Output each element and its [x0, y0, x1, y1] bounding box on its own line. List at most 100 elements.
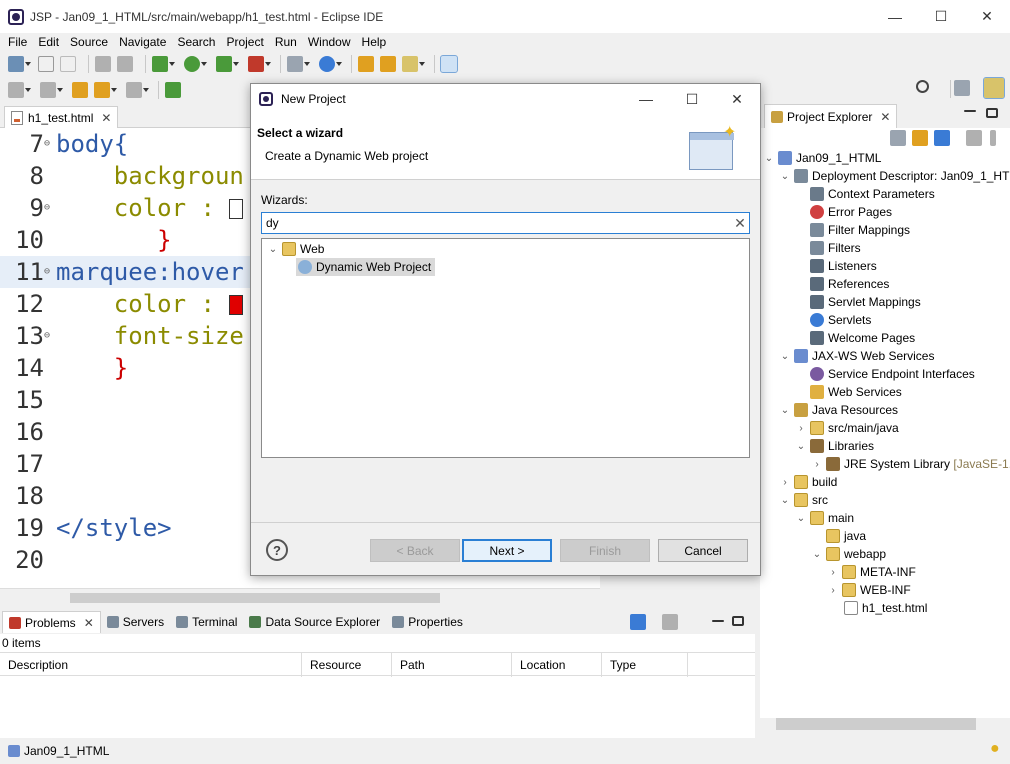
new-class-icon[interactable]	[319, 56, 342, 72]
save-icon[interactable]	[38, 56, 54, 72]
cancel-button[interactable]: Cancel	[658, 539, 748, 562]
back-button[interactable]: < Back	[370, 539, 460, 562]
jsp-perspective-icon[interactable]	[983, 77, 1005, 99]
filter-icon[interactable]	[934, 130, 950, 146]
chevron-right-icon[interactable]: ›	[780, 477, 790, 488]
chevron-right-icon[interactable]: ›	[828, 585, 838, 596]
tree-item[interactable]: Listeners	[810, 257, 877, 275]
tree-item[interactable]: › src/main/java	[796, 419, 899, 437]
menu-file[interactable]: File	[8, 35, 27, 49]
tree-item[interactable]: Service Endpoint Interfaces	[810, 365, 975, 383]
tab-data-source-explorer[interactable]: Data Source Explorer	[243, 611, 386, 633]
next-button[interactable]: Next >	[462, 539, 552, 562]
tree-item[interactable]: Filter Mappings	[810, 221, 910, 239]
tree-item[interactable]: ⌄ Deployment Descriptor: Jan09_1_HT	[780, 167, 1009, 185]
tab-servers[interactable]: Servers	[101, 611, 170, 633]
tree-item[interactable]: Context Parameters	[810, 185, 935, 203]
coverage-icon[interactable]	[216, 56, 239, 72]
minimize-button[interactable]: —	[872, 0, 918, 33]
close-icon[interactable]: ✕	[84, 616, 94, 630]
dialog-minimize-button[interactable]: —	[623, 84, 669, 114]
debug-icon[interactable]	[152, 56, 175, 72]
tree-item[interactable]: ›JRE System Library [JavaSE-1.8	[812, 455, 1010, 473]
lightbulb-icon[interactable]: ●	[990, 740, 1000, 758]
tree-item[interactable]: Welcome Pages	[810, 329, 915, 347]
wizard-filter-input[interactable]	[261, 212, 750, 234]
tree-item[interactable]: ⌄ JAX-WS Web Services	[780, 347, 934, 365]
maximize-button[interactable]: ☐	[918, 0, 964, 33]
chevron-right-icon[interactable]: ›	[812, 459, 822, 470]
chevron-down-icon[interactable]: ⌄	[812, 549, 822, 560]
chevron-down-icon[interactable]: ⌄	[780, 171, 790, 182]
close-button[interactable]: ✕	[964, 0, 1010, 33]
tree-item[interactable]: › META-INF	[828, 563, 916, 581]
editor-horizontal-scrollbar[interactable]	[0, 588, 600, 606]
editor-tab[interactable]: h1_test.html ✕	[4, 106, 119, 128]
tree-item[interactable]: References	[810, 275, 889, 293]
column-type[interactable]: Type	[602, 653, 688, 677]
tree-item[interactable]: ⌄ Java Resources	[780, 401, 898, 419]
menu-edit[interactable]: Edit	[38, 35, 59, 49]
search-tool-icon[interactable]	[402, 56, 425, 72]
tree-item[interactable]: h1_test.html	[844, 599, 927, 617]
chevron-down-icon[interactable]: ⌄	[780, 495, 790, 506]
highlight-icon[interactable]	[440, 55, 458, 73]
run-icon[interactable]	[184, 56, 207, 72]
filter-icon[interactable]	[630, 614, 646, 630]
fold-icon[interactable]: ⊖	[44, 192, 50, 224]
close-icon[interactable]: ✕	[880, 110, 890, 124]
help-icon[interactable]: ?	[266, 539, 288, 561]
menu-navigate[interactable]: Navigate	[119, 35, 166, 49]
tree-item[interactable]: Servlets	[810, 311, 871, 329]
column-path[interactable]: Path	[392, 653, 512, 677]
tree-item[interactable]: java	[826, 527, 866, 545]
column-location[interactable]: Location	[512, 653, 602, 677]
menu-run[interactable]: Run	[275, 35, 297, 49]
tree-item[interactable]: Servlet Mappings	[810, 293, 921, 311]
focus-icon[interactable]	[662, 614, 678, 630]
column-description[interactable]: Description	[0, 653, 302, 677]
tree-item[interactable]: ⌄ src	[780, 491, 828, 509]
maximize-view-icon[interactable]	[732, 616, 744, 626]
scrollbar-thumb[interactable]	[70, 593, 440, 603]
undo-icon[interactable]	[95, 56, 111, 72]
menu-source[interactable]: Source	[70, 35, 108, 49]
fold-icon[interactable]: ⊖	[44, 128, 50, 160]
close-icon[interactable]: ✕	[101, 111, 111, 125]
previous-annotation-icon[interactable]	[40, 82, 63, 98]
menu-window[interactable]: Window	[308, 35, 351, 49]
column-resource[interactable]: Resource	[302, 653, 392, 677]
view-menu-icon[interactable]	[990, 130, 996, 146]
chevron-right-icon[interactable]: ›	[796, 423, 806, 434]
save-all-icon[interactable]	[60, 56, 76, 72]
tree-item[interactable]: › WEB-INF	[828, 581, 911, 599]
link-with-editor-icon[interactable]	[912, 130, 928, 146]
menu-search[interactable]: Search	[177, 35, 215, 49]
last-edit-icon[interactable]	[72, 82, 88, 98]
chevron-down-icon[interactable]: ⌄	[764, 153, 774, 164]
menu-help[interactable]: Help	[362, 35, 387, 49]
chevron-down-icon[interactable]: ⌄	[796, 513, 806, 524]
minimize-view-icon[interactable]	[964, 110, 976, 112]
new-server-icon[interactable]	[287, 56, 310, 72]
chevron-right-icon[interactable]: ›	[828, 567, 838, 578]
tree-item[interactable]: Web Services	[810, 383, 902, 401]
open-task-icon[interactable]	[380, 56, 396, 72]
tree-item[interactable]: ⌄ Libraries	[796, 437, 874, 455]
open-perspective-icon[interactable]	[954, 80, 970, 96]
dialog-maximize-button[interactable]: ☐	[669, 84, 715, 114]
clear-icon[interactable]: ✕	[733, 215, 747, 231]
forward-icon[interactable]	[126, 82, 149, 98]
project-explorer-tab[interactable]: Project Explorer ✕	[764, 104, 898, 128]
tree-item[interactable]: ⌄ Jan09_1_HTML	[764, 149, 881, 167]
search-icon[interactable]	[916, 80, 929, 93]
fold-icon[interactable]: ⊖	[44, 256, 50, 288]
maximize-view-icon[interactable]	[986, 108, 998, 118]
chevron-down-icon[interactable]: ⌄	[796, 441, 806, 452]
tree-item[interactable]: Error Pages	[810, 203, 892, 221]
minimize-view-icon[interactable]	[712, 620, 724, 622]
focus-icon[interactable]	[966, 130, 982, 146]
pin-editor-icon[interactable]	[165, 82, 181, 98]
tree-item[interactable]: › build	[780, 473, 837, 491]
tab-terminal[interactable]: Terminal	[170, 611, 243, 633]
